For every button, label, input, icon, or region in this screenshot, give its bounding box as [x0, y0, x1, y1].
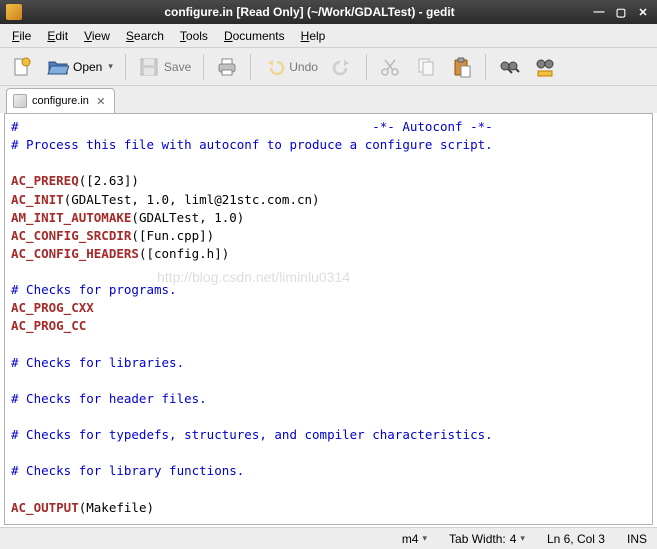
save-label: Save [164, 60, 191, 74]
paste-icon [451, 56, 473, 78]
insert-mode[interactable]: INS [627, 532, 647, 546]
print-icon [216, 56, 238, 78]
menu-view[interactable]: View [76, 26, 118, 46]
separator [250, 54, 251, 80]
save-button: Save [133, 52, 196, 82]
tab-label: configure.in [32, 95, 89, 107]
new-button[interactable] [6, 52, 38, 82]
separator [203, 54, 204, 80]
undo-button: Undo [258, 52, 323, 82]
minimize-button[interactable]: — [591, 4, 607, 20]
status-bar: m4 ▾ Tab Width: 4 ▾ Ln 6, Col 3 INS [0, 527, 657, 549]
document-new-icon [11, 56, 33, 78]
chevron-down-icon: ▾ [422, 533, 427, 544]
menu-edit[interactable]: Edit [39, 26, 76, 46]
print-button[interactable] [211, 52, 243, 82]
tab-configure-in[interactable]: configure.in ✕ [6, 88, 115, 113]
copy-icon [415, 56, 437, 78]
tab-bar: configure.in ✕ [0, 86, 657, 113]
chevron-down-icon: ▾ [108, 61, 113, 72]
find-replace-button[interactable] [529, 52, 561, 82]
redo-icon [332, 56, 354, 78]
tab-width-selector[interactable]: Tab Width: 4 ▾ [449, 532, 525, 546]
code-content: # -*- Autoconf -*- # Process this file w… [5, 114, 652, 521]
menu-help[interactable]: Help [293, 26, 334, 46]
cut-icon [379, 56, 401, 78]
redo-button [327, 52, 359, 82]
separator [485, 54, 486, 80]
find-replace-icon [534, 56, 556, 78]
window-controls: — ▢ ✕ [591, 4, 651, 20]
find-icon [498, 56, 520, 78]
folder-open-icon [47, 56, 69, 78]
cut-button [374, 52, 406, 82]
document-icon [13, 94, 27, 108]
find-button[interactable] [493, 52, 525, 82]
title-bar: configure.in [Read Only] (~/Work/GDALTes… [0, 0, 657, 24]
undo-label: Undo [289, 60, 318, 74]
menu-documents[interactable]: Documents [216, 26, 293, 46]
menu-file[interactable]: File [4, 26, 39, 46]
copy-button [410, 52, 442, 82]
close-icon[interactable]: ✕ [94, 94, 108, 108]
open-label: Open [73, 60, 102, 74]
app-icon [6, 4, 22, 20]
menu-bar: File Edit View Search Tools Documents He… [0, 24, 657, 48]
open-button[interactable]: Open ▾ [42, 52, 118, 82]
paste-button[interactable] [446, 52, 478, 82]
menu-tools[interactable]: Tools [172, 26, 216, 46]
chevron-down-icon: ▾ [520, 533, 525, 544]
language-selector[interactable]: m4 ▾ [402, 532, 427, 546]
editor-area[interactable]: http://blog.csdn.net/liminlu0314 # -*- A… [4, 113, 653, 525]
toolbar: Open ▾ Save Undo [0, 48, 657, 86]
maximize-button[interactable]: ▢ [613, 4, 629, 20]
save-icon [138, 56, 160, 78]
undo-icon [263, 56, 285, 78]
separator [125, 54, 126, 80]
separator [366, 54, 367, 80]
window-title: configure.in [Read Only] (~/Work/GDALTes… [28, 5, 591, 19]
cursor-position: Ln 6, Col 3 [547, 532, 605, 546]
menu-search[interactable]: Search [118, 26, 172, 46]
close-button[interactable]: ✕ [635, 4, 651, 20]
